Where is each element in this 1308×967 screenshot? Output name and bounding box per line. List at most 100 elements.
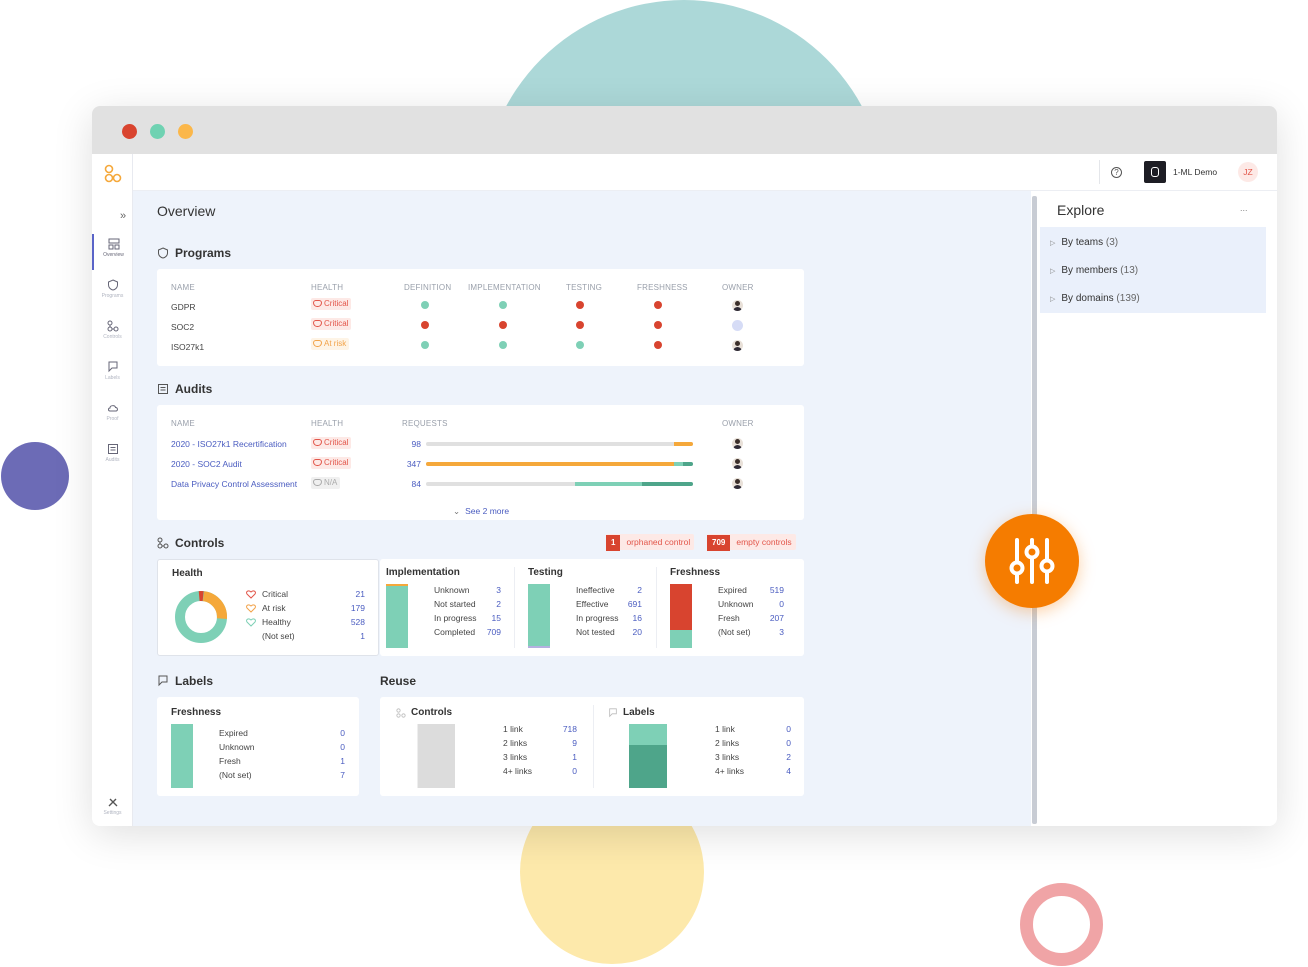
app-window: » Overview Programs Controls Labels Proo… xyxy=(92,106,1277,826)
col-header-implementation: IMPLEMENTATION xyxy=(468,283,541,292)
bookmark-icon xyxy=(609,708,617,718)
sidebar-item-label: Settings xyxy=(103,810,122,816)
sidebar-item-proof[interactable]: Proof xyxy=(92,398,133,434)
owner-avatar[interactable] xyxy=(732,320,743,331)
owner-avatar[interactable] xyxy=(732,438,743,449)
legend-label: Fresh xyxy=(219,756,241,766)
col-header-health: HEALTH xyxy=(311,419,344,428)
topbar-divider xyxy=(1099,160,1100,184)
owner-avatar[interactable] xyxy=(732,478,743,489)
legend-value: 691 xyxy=(627,599,642,609)
sidebar-item-audits[interactable]: Audits xyxy=(92,439,133,475)
sidebar-item-label: Audits xyxy=(105,457,120,463)
user-avatar[interactable]: JZ xyxy=(1238,162,1258,182)
empty-controls-badge[interactable]: 709 empty controls xyxy=(707,534,796,551)
audits-section-title: Audits xyxy=(157,382,212,396)
freshness-stacked-bar xyxy=(670,584,692,648)
sidebar-item-overview[interactable]: Overview xyxy=(92,234,133,270)
program-name[interactable]: SOC2 xyxy=(171,322,194,332)
legend-value: 7 xyxy=(340,770,345,780)
legend-value: 0 xyxy=(340,728,345,738)
sidebar-item-programs[interactable]: Programs xyxy=(92,275,133,311)
legend-label: 1 link xyxy=(503,724,523,734)
sidebar-item-label: Programs xyxy=(101,293,124,299)
sidebar-item-controls[interactable]: Controls xyxy=(92,316,133,352)
audit-name-link[interactable]: 2020 - ISO27k1 Recertification xyxy=(171,439,287,449)
legend-label: 1 link xyxy=(715,724,735,734)
program-name[interactable]: ISO27k1 xyxy=(171,342,204,352)
labels-section-title: Labels xyxy=(157,674,213,688)
top-bar: ? 1-ML Demo JZ xyxy=(133,154,1277,191)
audit-name-link[interactable]: 2020 - SOC2 Audit xyxy=(171,459,242,469)
legend-label: 2 links xyxy=(503,738,528,748)
explore-item-members[interactable]: ▷ By members (13) xyxy=(1050,265,1138,276)
workspace-name[interactable]: 1-ML Demo xyxy=(1173,167,1217,177)
requests-count: 347 xyxy=(406,459,421,469)
orphaned-control-badge[interactable]: 1 orphaned control xyxy=(606,534,695,551)
col-header-name: NAME xyxy=(171,283,195,292)
page-title: Overview xyxy=(157,203,216,219)
explore-item-domains[interactable]: ▷ By domains (139) xyxy=(1050,293,1140,304)
panel-resize-handle[interactable] xyxy=(1032,196,1037,824)
col-header-owner: OWNER xyxy=(722,283,754,292)
definition-status-dot xyxy=(421,321,429,329)
owner-avatar[interactable] xyxy=(732,340,743,351)
explore-panel: Explore ... ▷ By teams (3) ▷ By members (1… xyxy=(1040,191,1277,826)
sidebar-item-labels[interactable]: Labels xyxy=(92,357,133,393)
reuse-title-text: Reuse xyxy=(380,674,417,688)
owner-avatar[interactable] xyxy=(732,300,743,311)
app-logo-icon[interactable] xyxy=(103,164,123,184)
legend-value: 1 xyxy=(340,756,345,766)
controls-title-text: Controls xyxy=(175,536,225,550)
freshness-status-dot xyxy=(654,301,662,309)
reuse-section-title: Reuse xyxy=(380,674,416,688)
legend-label: (Not set) xyxy=(718,627,751,637)
col-header-owner: OWNER xyxy=(722,419,754,428)
legend-value: 15 xyxy=(491,613,501,623)
question-icon[interactable]: ? xyxy=(1111,167,1122,178)
col-header-requests: REQUESTS xyxy=(402,419,448,428)
heart-icon xyxy=(313,439,322,446)
col-header-testing: TESTING xyxy=(566,283,603,292)
sidebar-item-settings[interactable]: Settings xyxy=(92,792,133,826)
card-divider xyxy=(514,567,515,648)
purple-circle-decoration xyxy=(1,442,69,510)
owner-avatar[interactable] xyxy=(732,458,743,469)
legend-value: 21 xyxy=(355,589,365,599)
audit-name-link[interactable]: Data Privacy Control Assessment xyxy=(171,479,297,489)
more-options-button[interactable]: ... xyxy=(1240,203,1248,213)
legend-label: Expired xyxy=(219,728,248,738)
clipboard-icon xyxy=(158,384,168,394)
requests-count: 98 xyxy=(411,439,421,449)
explore-item-teams[interactable]: ▷ By teams (3) xyxy=(1050,237,1118,248)
legend-label: 3 links xyxy=(715,752,740,762)
workspace-logo[interactable] xyxy=(1144,161,1166,183)
minimize-window-button[interactable] xyxy=(150,124,165,139)
definition-status-dot xyxy=(421,341,429,349)
filter-settings-fab[interactable] xyxy=(985,514,1079,608)
close-window-button[interactable] xyxy=(122,124,137,139)
bookmark-icon xyxy=(108,361,117,373)
heart-icon xyxy=(246,590,256,599)
health-badge: At risk xyxy=(311,338,350,350)
zoom-window-button[interactable] xyxy=(178,124,193,139)
legend-label: (Not set) xyxy=(219,770,252,780)
legend-label: Unknown xyxy=(219,742,255,752)
see-more-button[interactable]: ⌄ See 2 more xyxy=(453,506,509,517)
col-header-freshness: FRESHNESS xyxy=(637,283,688,292)
implementation-status-dot xyxy=(499,341,507,349)
reuse-controls-stacked-bar xyxy=(417,724,455,788)
double-chevron-right-icon[interactable]: » xyxy=(120,210,126,222)
legend-value: 2 xyxy=(637,585,642,595)
implementation-title: Implementation xyxy=(386,567,460,578)
legend-label: 2 links xyxy=(715,738,740,748)
legend-label: Critical xyxy=(262,589,288,599)
main-content: Overview Programs NAME HEALTH DEFINITION… xyxy=(133,191,1031,826)
sidebar-item-label: Labels xyxy=(105,375,120,381)
health-badge: Critical xyxy=(311,437,352,449)
heart-icon xyxy=(246,604,256,613)
sliders-icon xyxy=(1009,538,1055,584)
heart-icon xyxy=(313,479,322,486)
triangle-right-icon: ▷ xyxy=(1050,240,1056,247)
program-name[interactable]: GDPR xyxy=(171,302,196,312)
